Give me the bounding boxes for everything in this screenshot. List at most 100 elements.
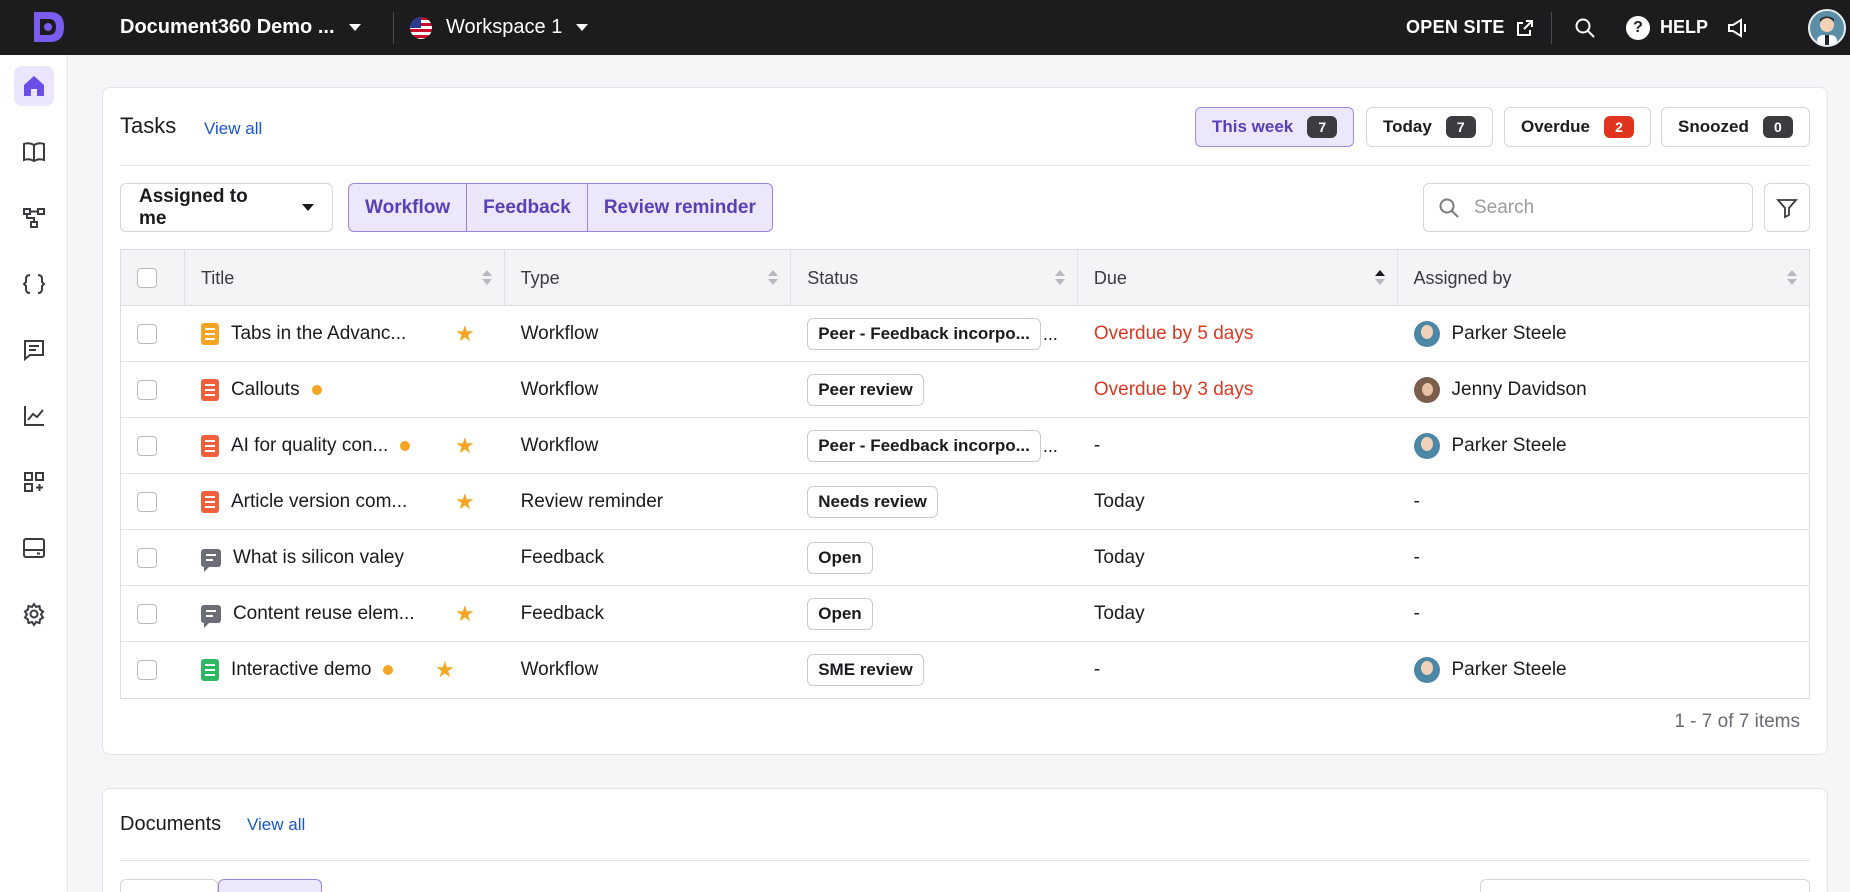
count-badge: 0 [1762,116,1793,138]
user-avatar[interactable] [1808,9,1846,47]
table-row[interactable]: Tabs in the Advanc... ★ Workflow Peer - Fee… [121,306,1809,362]
column-header-assigned-by[interactable]: Assigned by [1398,250,1810,306]
due-text: Overdue by 3 days [1093,379,1254,400]
select-all-checkbox[interactable] [137,268,157,288]
row-checkbox[interactable] [137,324,157,344]
type-filter-feedback[interactable]: Feedback [467,184,588,231]
star-icon[interactable]: ★ [455,433,475,459]
table-row[interactable]: Interactive demo ★ Workflow SME review - Park… [121,642,1809,698]
task-type: Feedback [520,603,605,624]
task-title[interactable]: AI for quality con... [231,435,388,457]
star-icon[interactable]: ★ [435,657,455,683]
title-cell[interactable]: Interactive demo ★ [185,642,505,698]
documents-tab[interactable] [120,879,218,892]
task-title[interactable]: Content reuse elem... [233,603,415,625]
due-text: Today [1093,491,1145,512]
due-text: - [1093,435,1101,456]
row-checkbox[interactable] [137,380,157,400]
filter-today[interactable]: Today 7 [1366,107,1493,147]
filter-this-week[interactable]: This week 7 [1195,107,1355,147]
tasks-view-all-link[interactable]: View all [204,119,262,139]
documents-view-all-link[interactable]: View all [247,815,305,835]
title-cell[interactable]: What is silicon valey [185,530,505,586]
unpublished-dot-icon [311,385,322,395]
documents-search-box[interactable] [1480,879,1810,892]
table-row[interactable]: AI for quality con... ★ Workflow Peer - Fee… [121,418,1809,474]
tasks-title: Tasks [120,113,177,138]
sidebar-item-api[interactable] [14,264,54,304]
task-title[interactable]: Interactive demo [231,659,371,681]
sort-icon[interactable] [768,270,779,286]
title-cell[interactable]: Callouts [185,362,505,418]
assigned-by-name: - [1413,491,1420,512]
sidebar-item-home[interactable] [14,66,54,106]
sort-icon[interactable] [1787,270,1797,286]
due-cell: Overdue by 3 days [1078,362,1398,418]
sidebar-item-feedback[interactable] [14,330,54,370]
row-checkbox[interactable] [137,604,157,624]
table-row[interactable]: Article version com... ★ Review reminder Ne… [121,474,1809,530]
row-checkbox[interactable] [137,492,157,512]
sidebar-item-categories[interactable] [14,198,54,238]
sort-icon[interactable] [481,270,492,286]
sidebar-item-settings[interactable] [14,594,54,634]
row-checkbox[interactable] [137,436,157,456]
column-header-type[interactable]: Type [505,250,792,306]
title-cell[interactable]: AI for quality con... ★ [185,418,505,474]
task-type: Review reminder [520,491,664,512]
filter-snoozed[interactable]: Snoozed 0 [1661,107,1810,147]
sidebar-item-widgets[interactable] [14,528,54,568]
due-cell: Overdue by 5 days [1078,306,1398,362]
task-title[interactable]: Tabs in the Advanc... [231,323,406,345]
sort-ascending-icon[interactable] [1374,270,1385,286]
status-more[interactable]: ... [1043,324,1058,345]
due-cell: Today [1078,586,1398,642]
divider [1551,12,1552,44]
search-input[interactable] [1474,196,1724,219]
title-cell[interactable]: Content reuse elem... ★ [185,586,505,642]
document-icon [200,435,219,457]
task-title[interactable]: What is silicon valey [233,547,404,569]
search-box [1423,183,1753,232]
row-checkbox[interactable] [137,548,157,568]
column-label: Assigned by [1413,267,1512,288]
filter-button[interactable] [1764,183,1810,232]
sidebar-item-integrations[interactable] [14,462,54,502]
star-icon[interactable]: ★ [455,489,475,515]
search-icon [1439,198,1459,218]
assigned-by-cell: - [1398,586,1810,642]
column-header-title[interactable]: Title [185,250,505,306]
assigned-by-cell: - [1398,474,1810,530]
search-icon[interactable] [1571,14,1599,42]
assigned-dropdown[interactable]: Assigned to me [120,183,333,232]
document360-logo[interactable] [28,8,68,46]
row-checkbox[interactable] [137,660,157,680]
column-header-status[interactable]: Status [791,250,1078,306]
megaphone-icon[interactable] [1724,14,1752,42]
table-row[interactable]: Content reuse elem... ★ Feedback Open Today - [121,586,1809,642]
open-site-button[interactable]: OPEN SITE [1406,0,1535,55]
filter-overdue[interactable]: Overdue 2 [1504,107,1651,147]
divider [120,165,1810,166]
document-icon [200,323,219,345]
task-title[interactable]: Article version com... [231,491,407,513]
star-icon[interactable]: ★ [455,601,475,627]
documents-tab-active[interactable] [218,879,322,892]
task-title[interactable]: Callouts [231,379,300,401]
type-filter-review-reminder[interactable]: Review reminder [588,184,772,231]
star-icon[interactable]: ★ [455,321,475,347]
status-badge: Open [807,542,873,574]
title-cell[interactable]: Article version com... ★ [185,474,505,530]
type-filter-workflow[interactable]: Workflow [349,184,468,231]
sidebar-item-knowledge-base[interactable] [14,132,54,172]
table-row[interactable]: Callouts Workflow Peer review Overdue by 3 … [121,362,1809,418]
workspace-selector[interactable]: Workspace 1 [410,0,589,55]
sidebar-item-analytics[interactable] [14,396,54,436]
status-more[interactable]: ... [1043,436,1058,457]
sort-icon[interactable] [1054,270,1065,286]
column-header-due[interactable]: Due [1078,250,1398,306]
table-row[interactable]: What is silicon valey Feedback Open Today - [121,530,1809,586]
project-selector[interactable]: Document360 Demo ... [120,0,361,55]
help-button[interactable]: ? HELP [1626,0,1708,55]
title-cell[interactable]: Tabs in the Advanc... ★ [185,306,505,362]
